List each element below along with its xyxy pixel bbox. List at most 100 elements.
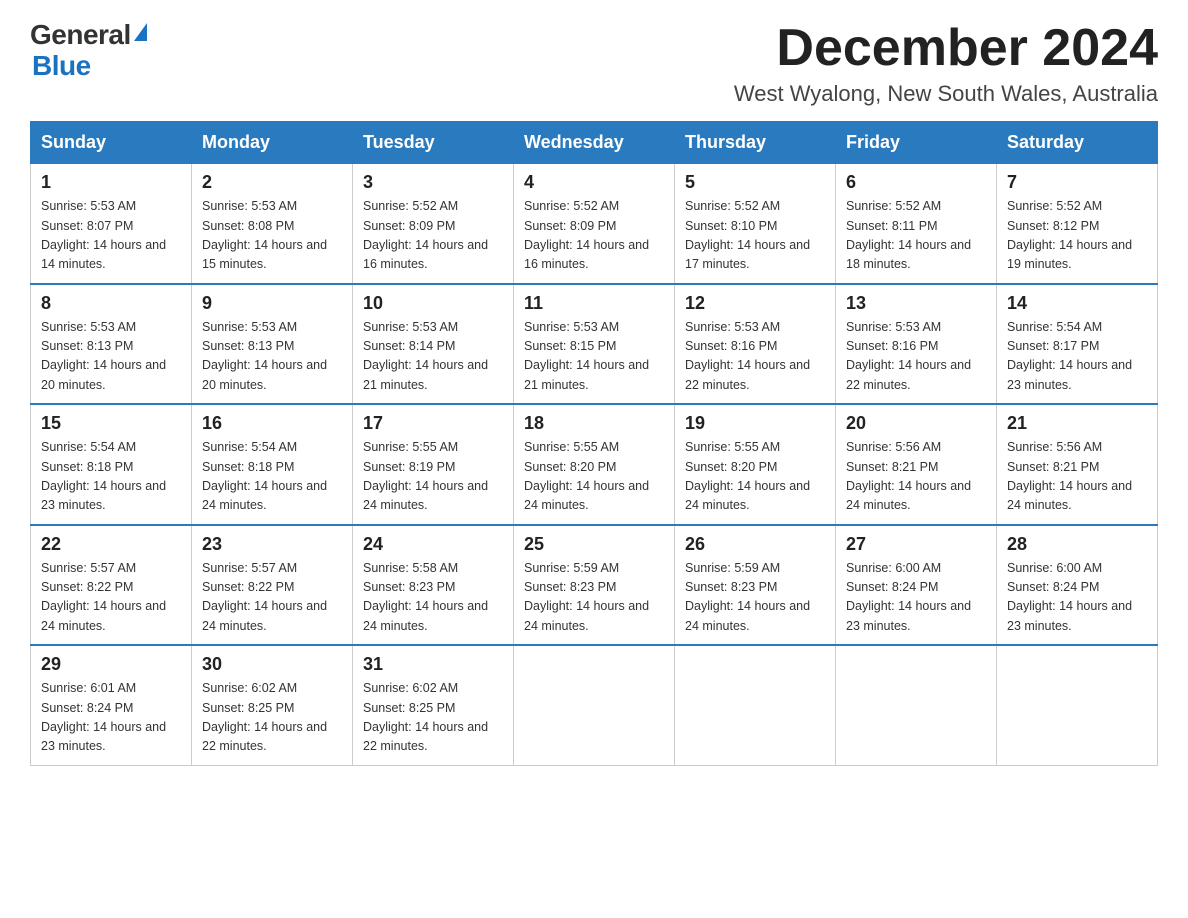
calendar-cell <box>836 645 997 765</box>
calendar-cell: 22 Sunrise: 5:57 AMSunset: 8:22 PMDayligh… <box>31 525 192 646</box>
day-info: Sunrise: 5:55 AMSunset: 8:20 PMDaylight:… <box>524 438 664 516</box>
day-number: 4 <box>524 172 664 193</box>
day-info: Sunrise: 5:52 AMSunset: 8:10 PMDaylight:… <box>685 197 825 275</box>
day-number: 31 <box>363 654 503 675</box>
calendar-cell: 13Sunrise: 5:53 AMSunset: 8:16 PMDayligh… <box>836 284 997 405</box>
weekday-header-saturday: Saturday <box>997 122 1158 164</box>
calendar-week-row: 15 Sunrise: 5:54 AMSunset: 8:18 PMDayligh… <box>31 404 1158 525</box>
day-number: 2 <box>202 172 342 193</box>
day-info: Sunrise: 5:53 AMSunset: 8:16 PMDaylight:… <box>685 318 825 396</box>
calendar-cell <box>675 645 836 765</box>
calendar-cell: 12 Sunrise: 5:53 AMSunset: 8:16 PMDayligh… <box>675 284 836 405</box>
day-number: 11 <box>524 293 664 314</box>
calendar-cell: 14 Sunrise: 5:54 AMSunset: 8:17 PMDayligh… <box>997 284 1158 405</box>
day-number: 25 <box>524 534 664 555</box>
day-number: 27 <box>846 534 986 555</box>
calendar-week-row: 8 Sunrise: 5:53 AMSunset: 8:13 PMDaylight… <box>31 284 1158 405</box>
calendar-subtitle: West Wyalong, New South Wales, Australia <box>734 81 1158 107</box>
calendar-cell: 25 Sunrise: 5:59 AMSunset: 8:23 PMDayligh… <box>514 525 675 646</box>
weekday-header-friday: Friday <box>836 122 997 164</box>
weekday-header-wednesday: Wednesday <box>514 122 675 164</box>
weekday-header-sunday: Sunday <box>31 122 192 164</box>
logo-arrow-icon <box>134 23 147 41</box>
day-info: Sunrise: 5:56 AMSunset: 8:21 PMDaylight:… <box>846 438 986 516</box>
calendar-cell: 28 Sunrise: 6:00 AMSunset: 8:24 PMDayligh… <box>997 525 1158 646</box>
calendar-cell: 19 Sunrise: 5:55 AMSunset: 8:20 PMDayligh… <box>675 404 836 525</box>
day-number: 6 <box>846 172 986 193</box>
day-info: Sunrise: 5:54 AMSunset: 8:18 PMDaylight:… <box>202 438 342 516</box>
day-info: Sunrise: 6:02 AMSunset: 8:25 PMDaylight:… <box>202 679 342 757</box>
day-number: 14 <box>1007 293 1147 314</box>
logo-general-text: General <box>30 20 131 51</box>
calendar-cell: 10Sunrise: 5:53 AMSunset: 8:14 PMDayligh… <box>353 284 514 405</box>
day-number: 29 <box>41 654 181 675</box>
day-number: 3 <box>363 172 503 193</box>
page-header: General Blue December 2024 West Wyalong,… <box>30 20 1158 107</box>
day-info: Sunrise: 5:58 AMSunset: 8:23 PMDaylight:… <box>363 559 503 637</box>
calendar-cell <box>997 645 1158 765</box>
day-number: 30 <box>202 654 342 675</box>
calendar-cell: 26Sunrise: 5:59 AMSunset: 8:23 PMDayligh… <box>675 525 836 646</box>
calendar-cell: 29 Sunrise: 6:01 AMSunset: 8:24 PMDayligh… <box>31 645 192 765</box>
day-number: 28 <box>1007 534 1147 555</box>
day-info: Sunrise: 5:53 AMSunset: 8:07 PMDaylight:… <box>41 197 181 275</box>
day-info: Sunrise: 5:59 AMSunset: 8:23 PMDaylight:… <box>524 559 664 637</box>
day-info: Sunrise: 5:52 AMSunset: 8:09 PMDaylight:… <box>363 197 503 275</box>
day-info: Sunrise: 5:52 AMSunset: 8:12 PMDaylight:… <box>1007 197 1147 275</box>
calendar-week-row: 22 Sunrise: 5:57 AMSunset: 8:22 PMDayligh… <box>31 525 1158 646</box>
logo-blue-text: Blue <box>32 51 91 82</box>
day-number: 19 <box>685 413 825 434</box>
day-info: Sunrise: 5:54 AMSunset: 8:17 PMDaylight:… <box>1007 318 1147 396</box>
calendar-cell: 20 Sunrise: 5:56 AMSunset: 8:21 PMDayligh… <box>836 404 997 525</box>
day-number: 8 <box>41 293 181 314</box>
calendar-cell: 7 Sunrise: 5:52 AMSunset: 8:12 PMDaylight… <box>997 164 1158 284</box>
day-info: Sunrise: 6:00 AMSunset: 8:24 PMDaylight:… <box>846 559 986 637</box>
calendar-cell: 2 Sunrise: 5:53 AMSunset: 8:08 PMDaylight… <box>192 164 353 284</box>
day-info: Sunrise: 5:53 AMSunset: 8:08 PMDaylight:… <box>202 197 342 275</box>
day-info: Sunrise: 5:57 AMSunset: 8:22 PMDaylight:… <box>202 559 342 637</box>
calendar-cell: 3 Sunrise: 5:52 AMSunset: 8:09 PMDaylight… <box>353 164 514 284</box>
day-number: 22 <box>41 534 181 555</box>
weekday-header-row: SundayMondayTuesdayWednesdayThursdayFrid… <box>31 122 1158 164</box>
calendar-cell: 1 Sunrise: 5:53 AMSunset: 8:07 PMDaylight… <box>31 164 192 284</box>
calendar-cell: 16Sunrise: 5:54 AMSunset: 8:18 PMDayligh… <box>192 404 353 525</box>
day-number: 7 <box>1007 172 1147 193</box>
day-info: Sunrise: 5:57 AMSunset: 8:22 PMDaylight:… <box>41 559 181 637</box>
day-number: 1 <box>41 172 181 193</box>
calendar-cell: 5 Sunrise: 5:52 AMSunset: 8:10 PMDaylight… <box>675 164 836 284</box>
calendar-cell: 9 Sunrise: 5:53 AMSunset: 8:13 PMDaylight… <box>192 284 353 405</box>
day-number: 5 <box>685 172 825 193</box>
day-info: Sunrise: 5:55 AMSunset: 8:20 PMDaylight:… <box>685 438 825 516</box>
calendar-cell: 11Sunrise: 5:53 AMSunset: 8:15 PMDayligh… <box>514 284 675 405</box>
calendar-cell: 23Sunrise: 5:57 AMSunset: 8:22 PMDayligh… <box>192 525 353 646</box>
calendar-cell <box>514 645 675 765</box>
calendar-table: SundayMondayTuesdayWednesdayThursdayFrid… <box>30 121 1158 766</box>
logo: General Blue <box>30 20 147 82</box>
day-number: 24 <box>363 534 503 555</box>
day-number: 13 <box>846 293 986 314</box>
day-number: 10 <box>363 293 503 314</box>
day-number: 9 <box>202 293 342 314</box>
day-info: Sunrise: 6:00 AMSunset: 8:24 PMDaylight:… <box>1007 559 1147 637</box>
calendar-week-row: 29 Sunrise: 6:01 AMSunset: 8:24 PMDayligh… <box>31 645 1158 765</box>
day-info: Sunrise: 6:02 AMSunset: 8:25 PMDaylight:… <box>363 679 503 757</box>
calendar-cell: 31 Sunrise: 6:02 AMSunset: 8:25 PMDayligh… <box>353 645 514 765</box>
day-number: 12 <box>685 293 825 314</box>
day-info: Sunrise: 5:52 AMSunset: 8:09 PMDaylight:… <box>524 197 664 275</box>
day-info: Sunrise: 6:01 AMSunset: 8:24 PMDaylight:… <box>41 679 181 757</box>
calendar-cell: 6Sunrise: 5:52 AMSunset: 8:11 PMDaylight… <box>836 164 997 284</box>
day-number: 15 <box>41 413 181 434</box>
calendar-cell: 24 Sunrise: 5:58 AMSunset: 8:23 PMDayligh… <box>353 525 514 646</box>
day-info: Sunrise: 5:53 AMSunset: 8:13 PMDaylight:… <box>202 318 342 396</box>
calendar-week-row: 1 Sunrise: 5:53 AMSunset: 8:07 PMDaylight… <box>31 164 1158 284</box>
day-number: 26 <box>685 534 825 555</box>
weekday-header-monday: Monday <box>192 122 353 164</box>
calendar-cell: 27 Sunrise: 6:00 AMSunset: 8:24 PMDayligh… <box>836 525 997 646</box>
calendar-cell: 18Sunrise: 5:55 AMSunset: 8:20 PMDayligh… <box>514 404 675 525</box>
calendar-cell: 21 Sunrise: 5:56 AMSunset: 8:21 PMDayligh… <box>997 404 1158 525</box>
day-number: 21 <box>1007 413 1147 434</box>
day-number: 20 <box>846 413 986 434</box>
day-number: 17 <box>363 413 503 434</box>
day-info: Sunrise: 5:56 AMSunset: 8:21 PMDaylight:… <box>1007 438 1147 516</box>
title-block: December 2024 West Wyalong, New South Wa… <box>734 20 1158 107</box>
